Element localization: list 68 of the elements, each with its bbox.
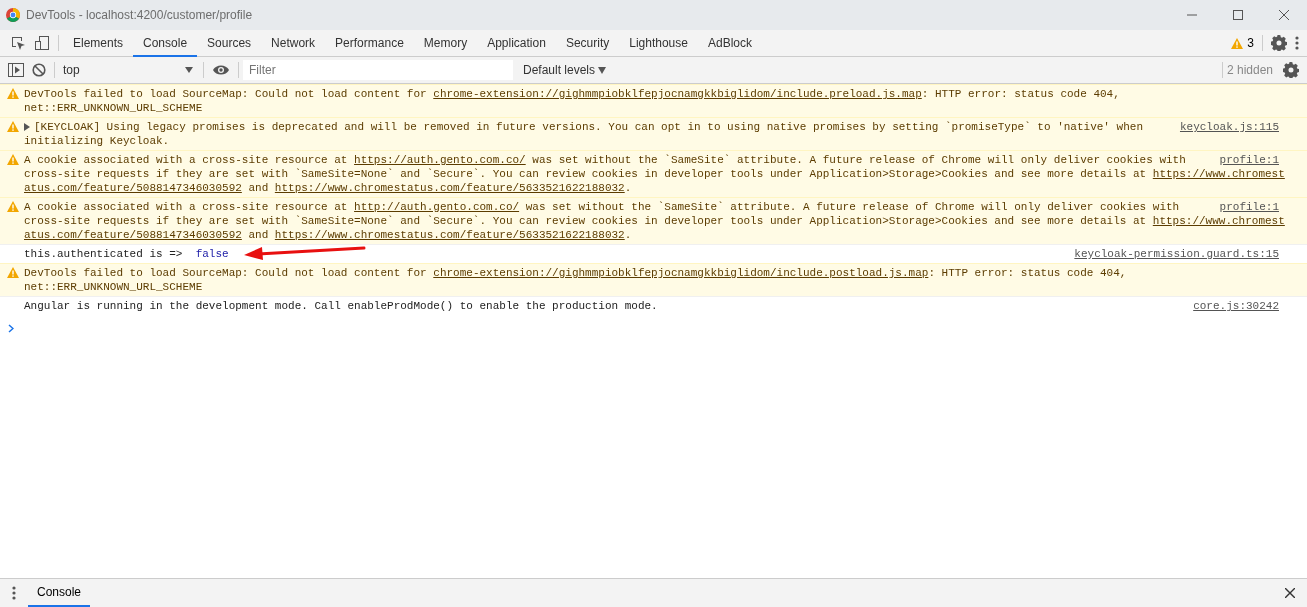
console-message: cross-site requests if they are set with `SameSite=None` and `Secure`. You can review cookies in developer tools under Application>Storage>Cookies and see more details at https://www.chromest	[24, 214, 1285, 228]
console-message: Angular is running in the development mode. Call enableProdMode() to enable the production mode.	[24, 299, 658, 313]
sidebar-toggle-icon[interactable]	[8, 63, 24, 77]
source-link[interactable]: core.js:30242	[1193, 299, 1279, 313]
url-link[interactable]: https://www.chromestatus.com/feature/5633521622188032	[274, 229, 625, 241]
warning-icon	[1231, 37, 1244, 49]
tab[interactable]: Lighthouse	[619, 30, 698, 57]
clear-icon[interactable]	[32, 63, 46, 77]
source-link[interactable]: profile:1	[1219, 200, 1279, 214]
url-link[interactable]: http://auth.gento.com.co/	[354, 201, 520, 213]
tab[interactable]: Elements	[63, 30, 134, 57]
console-message: atus.com/feature/5088147346030592 and https://www.chromestatus.com/feature/5633521622188032.	[24, 228, 632, 242]
source-link[interactable]: profile:1	[1219, 153, 1279, 167]
url-link[interactable]: https://www.chromest	[1152, 168, 1285, 180]
console-message: DevTools failed to load SourceMap: Could not load content for chrome-extension://gighmmpiobklfepjocnamgkkbiglidom/include.preload.js.map: HTTP error: status code 404,	[24, 87, 1120, 101]
warning-icon	[7, 154, 19, 165]
hidden-count: 2 hidden	[1226, 62, 1273, 79]
close-icon[interactable]	[1285, 588, 1295, 598]
more-icon[interactable]	[1295, 36, 1299, 50]
url-link[interactable]: https://www.chromestatus.com/feature/5633521622188032	[274, 182, 625, 194]
device-icon[interactable]	[34, 35, 50, 51]
console-message: A cookie associated with a cross-site resource at https://auth.gento.com.co/ was set without the `SameSite` attribute. A future release of Chrome will only deliver cookies with	[24, 153, 1186, 167]
tab[interactable]: Sources	[197, 30, 262, 57]
caret-icon	[598, 67, 607, 75]
caret-icon	[185, 67, 193, 73]
tab[interactable]: Application	[477, 30, 556, 57]
console-message: atus.com/feature/5088147346030592 and https://www.chromestatus.com/feature/5633521622188032.	[24, 181, 632, 195]
warning-icon	[7, 121, 19, 132]
more-icon[interactable]	[12, 586, 16, 600]
maximize-icon[interactable]	[1233, 10, 1243, 20]
url-link[interactable]: chrome-extension://gighmmpiobklfepjocnamgkkbiglidom/include.postload.js.map	[433, 267, 929, 279]
warning-count-button[interactable]: 3	[1227, 31, 1258, 55]
context-selector[interactable]: top	[59, 60, 199, 80]
expand-toggle[interactable]	[24, 123, 30, 131]
tab[interactable]: Memory	[413, 30, 478, 57]
tab[interactable]: AdBlock	[697, 30, 762, 57]
console-message: net::ERR_UNKNOWN_URL_SCHEME	[24, 280, 203, 294]
filter-field[interactable]: Filter	[243, 60, 513, 80]
prompt-icon	[8, 324, 14, 334]
window-title: DevTools - localhost:4200/customer/profile	[26, 7, 253, 24]
console-message: A cookie associated with a cross-site resource at http://auth.gento.com.co/ was set without the `SameSite` attribute. A future release of Chrome will only deliver cookies with	[24, 200, 1180, 214]
browser-logo-icon	[6, 8, 20, 22]
console-message: [KEYCLOAK] Using legacy promises is deprecated and will be removed in future versions. You can opt in to using native promises by setting `promiseType` to 'native' when	[34, 120, 1143, 134]
console-message: DevTools failed to load SourceMap: Could not load content for chrome-extension://gighmmpiobklfepjocnamgkkbiglidom/include.postload.js.map: HTTP error: status code 404,	[24, 266, 1127, 280]
warning-icon	[7, 88, 19, 99]
tab[interactable]: Security	[555, 30, 620, 57]
console-message: net::ERR_UNKNOWN_URL_SCHEME	[24, 101, 203, 115]
close-icon[interactable]	[1279, 10, 1289, 20]
url-link[interactable]: atus.com/feature/5088147346030592	[24, 182, 242, 194]
default-levels-dropdown[interactable]: Default levels	[517, 60, 613, 80]
settings-icon[interactable]	[1283, 62, 1299, 78]
source-link[interactable]: keycloak-permission.guard.ts:15	[1074, 247, 1279, 261]
console-message: initializing Keycloak.	[24, 134, 170, 148]
warning-icon	[7, 201, 19, 212]
console-message: this.authenticated is => false	[24, 247, 229, 261]
warning-icon	[7, 267, 19, 278]
source-link[interactable]: keycloak.js:115	[1179, 120, 1279, 134]
url-link[interactable]: https://auth.gento.com.co/	[354, 154, 526, 166]
url-link[interactable]: https://www.chromest	[1152, 215, 1285, 227]
drawer-tab[interactable]: Console	[28, 579, 91, 607]
tab[interactable]: Performance	[325, 30, 414, 57]
url-link[interactable]: chrome-extension://gighmmpiobklfepjocnamgkkbiglidom/include.preload.js.map	[433, 88, 922, 100]
url-link[interactable]: atus.com/feature/5088147346030592	[24, 229, 242, 241]
eye-icon[interactable]	[212, 64, 230, 76]
settings-icon[interactable]	[1271, 35, 1287, 51]
inspect-icon[interactable]	[10, 35, 26, 51]
console-message: cross-site requests if they are set with `SameSite=None` and `Secure`. You can review cookies in developer tools under Application>Storage>Cookies and see more details at https://www.chromest	[24, 167, 1285, 181]
tab[interactable]: Network	[261, 30, 326, 57]
